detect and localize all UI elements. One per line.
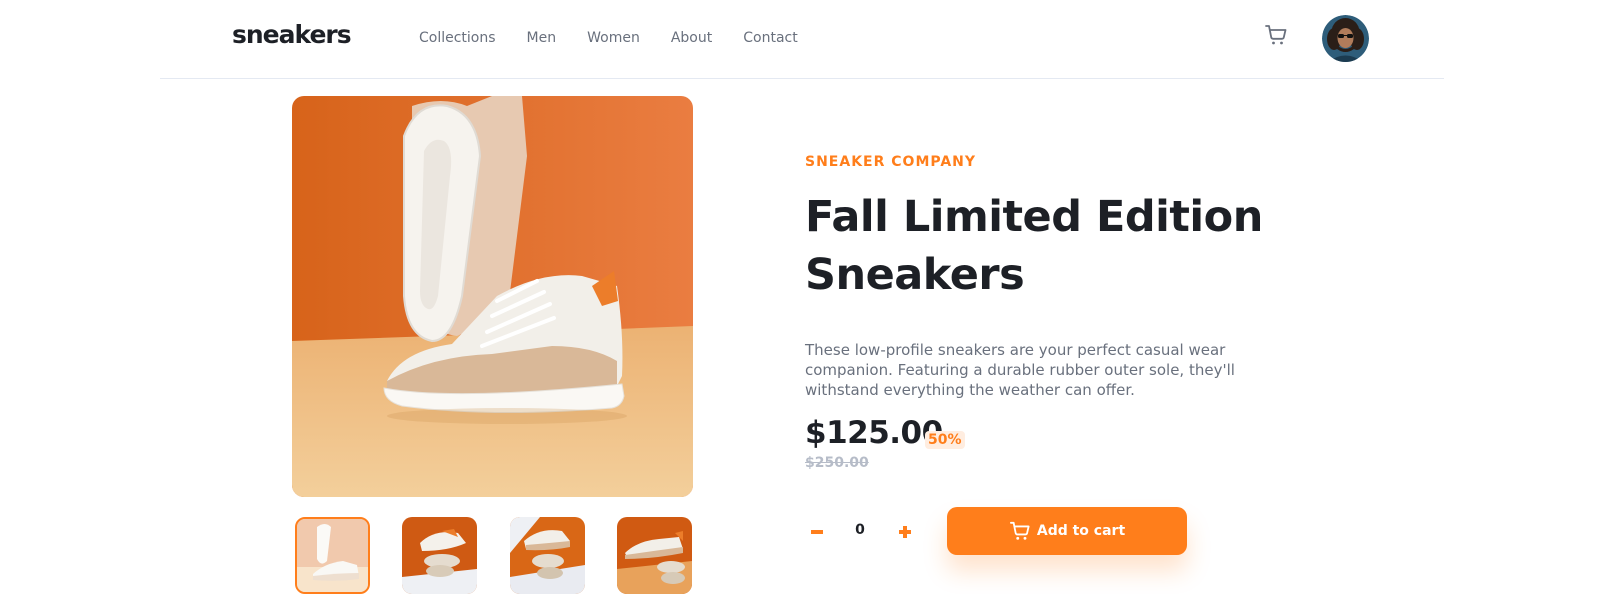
thumbnail-3[interactable] xyxy=(510,517,585,594)
description-line-2: companion. Featuring a durable rubber ou… xyxy=(805,361,1235,379)
product-title-line-2: Sneakers xyxy=(805,250,1025,300)
quantity-stepper: 0 xyxy=(805,516,915,548)
decrease-quantity-button[interactable] xyxy=(805,516,829,548)
nav-contact[interactable]: Contact xyxy=(743,30,797,46)
avatar[interactable] xyxy=(1322,15,1369,62)
description-line-1: These low-profile sneakers are your perf… xyxy=(805,341,1226,359)
nav-men[interactable]: Men xyxy=(527,30,557,46)
nav-collections[interactable]: Collections xyxy=(419,30,496,46)
main-product-image[interactable] xyxy=(292,96,693,497)
nav-women[interactable]: Women xyxy=(587,30,640,46)
plus-icon xyxy=(899,526,911,538)
increase-quantity-button[interactable] xyxy=(893,516,917,548)
add-to-cart-label: Add to cart xyxy=(1036,523,1126,539)
current-price: $125.00 xyxy=(805,415,943,451)
nav-about[interactable]: About xyxy=(671,30,712,46)
add-to-cart-button[interactable]: Add to cart xyxy=(947,507,1187,555)
cart-icon[interactable] xyxy=(1264,23,1292,51)
discount-badge: 50% xyxy=(925,431,965,449)
description-line-3: withstand everything the weather can off… xyxy=(805,381,1135,399)
thumbnail-1[interactable] xyxy=(295,517,370,594)
thumbnail-2[interactable] xyxy=(402,517,477,594)
original-price: $250.00 xyxy=(805,455,869,471)
product-description: These low-profile sneakers are your perf… xyxy=(805,340,1255,400)
product-title: Fall Limited Edition Sneakers xyxy=(805,188,1265,304)
quantity-value[interactable]: 0 xyxy=(845,522,875,538)
company-name: SNEAKER COMPANY xyxy=(805,154,977,170)
product-title-line-1: Fall Limited Edition xyxy=(805,192,1263,242)
thumbnail-4[interactable] xyxy=(617,517,692,594)
main-nav: Collections Men Women About Contact xyxy=(419,30,829,46)
site-header: sneakers Collections Men Women About Con… xyxy=(160,0,1444,79)
logo[interactable]: sneakers xyxy=(232,20,352,49)
cart-icon xyxy=(1009,521,1030,540)
minus-icon xyxy=(811,530,823,534)
